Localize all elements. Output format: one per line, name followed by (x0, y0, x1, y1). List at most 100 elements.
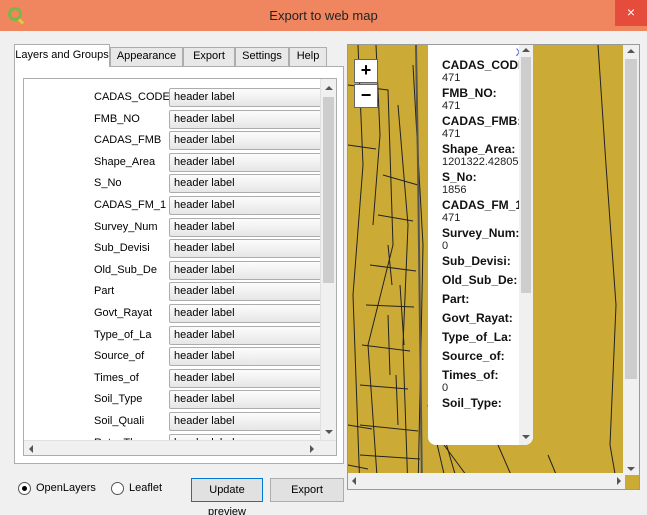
export-button[interactable]: Export (270, 478, 344, 502)
field-name-label: Shape_Area (94, 155, 156, 168)
scroll-up-arrow-icon[interactable] (627, 49, 635, 53)
dropdown-value: header label (174, 220, 235, 233)
tab-appearance[interactable]: Appearance (110, 47, 183, 66)
tab-export[interactable]: Export (183, 47, 235, 66)
field-name-label: Part (94, 285, 115, 298)
field-row: CADAS_FM_1 header label (24, 195, 321, 217)
scrollbar-thumb[interactable] (521, 57, 531, 293)
field-row: Soil_Type header label (24, 389, 321, 411)
field-name-label: Survey_Num (94, 220, 158, 233)
zoom-out-button[interactable]: − (354, 84, 378, 108)
popup-attribute-label: Sub_Devisi: (442, 254, 511, 268)
dropdown-value: header label (174, 91, 235, 103)
popup-attribute-value: 471 (442, 72, 461, 84)
field-name-label: CADAS_CODE (94, 91, 170, 103)
scroll-down-arrow-icon[interactable] (627, 467, 635, 471)
popup-attribute-value: 1201322.42805 (442, 156, 519, 168)
dropdown-value: header label (174, 134, 235, 147)
popup-attribute-label: Survey_Num: (442, 226, 520, 240)
scroll-down-arrow-icon[interactable] (522, 435, 530, 439)
scrollbar-thumb[interactable] (625, 59, 637, 379)
field-name-label: Soil_Quali (94, 415, 145, 427)
settings-panel: Layers and Groups Appearance Export Sett… (14, 44, 344, 464)
field-name-label: Source_of (94, 350, 145, 363)
field-list-horizontal-scrollbar[interactable] (24, 440, 336, 455)
tab-layers-and-groups[interactable]: Layers and Groups (14, 44, 110, 67)
dropdown-value: header label (174, 415, 235, 427)
scroll-down-arrow-icon[interactable] (325, 430, 333, 434)
field-row: Soil_Quali header label (24, 411, 321, 433)
window-title: Export to web map (269, 8, 378, 23)
radio-openlayers[interactable]: OpenLayers (18, 482, 98, 498)
field-row: FMB_NO header label (24, 109, 321, 131)
field-label-dropdown[interactable]: header label (169, 152, 321, 172)
popup-attribute-label: Times_of: (442, 368, 499, 382)
scroll-up-arrow-icon[interactable] (522, 48, 530, 52)
field-label-dropdown[interactable]: header label (169, 239, 321, 259)
field-list-vertical-scrollbar[interactable] (320, 79, 336, 441)
update-preview-button[interactable]: Update preview (191, 478, 263, 515)
field-label-dropdown[interactable]: header label (169, 109, 321, 129)
field-label-dropdown[interactable]: header label (169, 217, 321, 237)
popup-attribute-value: 471 (442, 212, 461, 224)
close-button[interactable]: × (615, 0, 647, 26)
dropdown-value: header label (174, 263, 235, 276)
field-label-dropdown[interactable]: header label (169, 196, 321, 215)
radio-openlayers-indicator[interactable] (18, 482, 31, 495)
scroll-right-arrow-icon[interactable] (310, 445, 314, 453)
field-label-dropdown[interactable]: header label (169, 347, 321, 367)
field-name-label: Times_of (94, 371, 139, 384)
dropdown-value: header label (174, 155, 235, 168)
radio-openlayers-label[interactable]: OpenLayers (36, 482, 96, 494)
field-label-dropdown[interactable]: header label (169, 368, 321, 388)
popup-attribute-value: 0 (442, 240, 449, 252)
dropdown-value: header label (174, 307, 235, 319)
field-label-dropdown[interactable]: header label (169, 88, 321, 107)
dropdown-value: header label (174, 177, 235, 190)
popup-scrollbar[interactable] (519, 45, 533, 445)
radio-leaflet[interactable]: Leaflet (111, 482, 171, 498)
scroll-right-arrow-icon[interactable] (617, 477, 621, 485)
scrollbar-thumb[interactable] (323, 97, 334, 283)
field-label-dropdown[interactable]: header label (169, 174, 321, 194)
popup-attribute-label: Govt_Rayat: (442, 311, 513, 325)
field-name-label: FMB_NO (94, 112, 140, 125)
popup-attribute-value: 0 (442, 382, 449, 394)
field-name-label: CADAS_FMB (94, 134, 162, 147)
zoom-in-button[interactable]: + (354, 59, 378, 83)
map-vertical-scrollbar[interactable] (623, 45, 639, 475)
popup-attribute-label: Soil_Type: (442, 396, 502, 410)
field-label-dropdown[interactable]: header label (169, 131, 321, 151)
map-preview[interactable]: + − X CADAS_CODE:471FMB_NO:471CADAS_FMB:… (347, 44, 640, 490)
dropdown-value: header label (174, 371, 235, 384)
scroll-up-arrow-icon[interactable] (325, 86, 333, 90)
field-rows: CADAS_CODE header label FMB_NO header label… (24, 79, 321, 441)
field-row: Sub_Devisi header label (24, 238, 321, 260)
tab-bar: Layers and Groups Appearance Export Sett… (14, 44, 344, 67)
field-row: Shape_Area header label (24, 152, 321, 174)
popup-attribute-label: CADAS_FM_1: (442, 198, 527, 212)
field-label-dropdown[interactable]: header label (169, 390, 321, 410)
field-label-dropdown[interactable]: header label (169, 260, 321, 280)
field-label-dropdown[interactable]: header label (169, 325, 321, 345)
title-bar: Export to web map × (0, 0, 647, 31)
scroll-left-arrow-icon[interactable] (29, 445, 33, 453)
field-label-dropdown[interactable]: header label (169, 282, 321, 302)
field-row: Type_of_La header label (24, 325, 321, 347)
tab-settings[interactable]: Settings (235, 47, 289, 66)
field-label-dropdown[interactable]: header label (169, 304, 321, 323)
dropdown-value: header label (174, 112, 235, 125)
radio-leaflet-label[interactable]: Leaflet (129, 482, 162, 494)
feature-popup: X CADAS_CODE:471FMB_NO:471CADAS_FMB:471S… (428, 45, 533, 445)
popup-attributes: CADAS_CODE: 471 FMB_NO: 471 CADAS_FMB: 471 Sha… (442, 59, 530, 416)
radio-leaflet-indicator[interactable] (111, 482, 124, 495)
scroll-left-arrow-icon[interactable] (352, 477, 356, 485)
dropdown-value: header label (174, 328, 235, 341)
layers-tab-content: CADAS_CODE header label FMB_NO header label… (14, 66, 344, 464)
field-row: Old_Sub_De header label (24, 260, 321, 282)
tab-help[interactable]: Help (289, 47, 327, 66)
map-horizontal-scrollbar[interactable] (348, 473, 625, 489)
field-row: Source_of header label (24, 346, 321, 368)
field-label-dropdown[interactable]: header label (169, 412, 321, 431)
popup-attribute-value: 1856 (442, 184, 467, 196)
